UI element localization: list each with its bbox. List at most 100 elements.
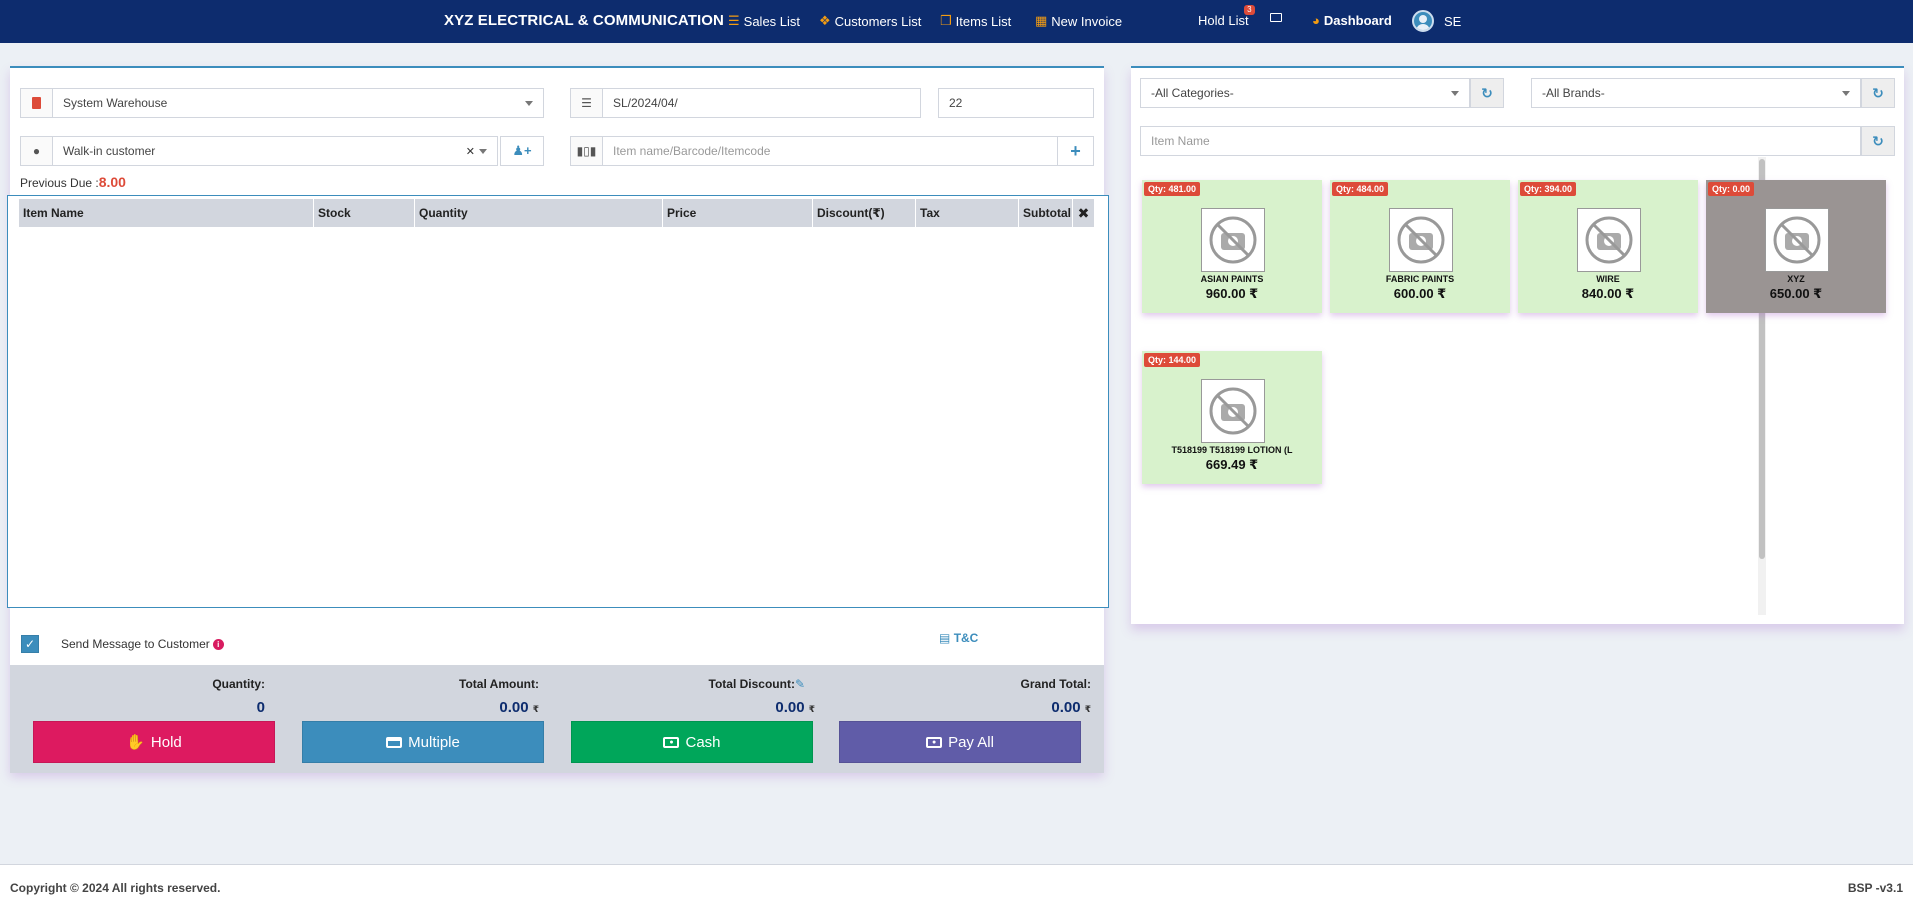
copyright: Copyright © 2024 All rights reserved. (10, 881, 221, 895)
refresh-icon: ↻ (1481, 84, 1493, 101)
user-name: SE (1444, 13, 1462, 29)
avatar (1412, 10, 1434, 32)
cash-button[interactable]: ● Cash (571, 721, 813, 763)
previous-due: Previous Due :8.00 (20, 174, 126, 190)
item-search-field[interactable]: ▮▯▮ Item name/Barcode/Itemcode + (570, 136, 1094, 166)
reset-item-name-button[interactable]: ↻ (1861, 126, 1895, 156)
total-discount: Total Discount:✎ (565, 677, 806, 691)
plus-icon: + (1070, 140, 1081, 161)
nav-items-list[interactable]: ❒ Items List (940, 13, 1011, 29)
invoice-prefix-field[interactable]: ☰ SL/2024/04/ (570, 88, 921, 118)
nav-customers-list[interactable]: ❖ Customers List (819, 13, 921, 29)
user-menu[interactable]: SE (1412, 10, 1461, 32)
nav-dashboard[interactable]: ◕ Dashboard (1312, 13, 1392, 28)
hand-icon: ✋ (126, 734, 145, 751)
nav-items-list-label: Items List (955, 13, 1012, 29)
items-table-container: Item Name Stock Quantity Price Discount(… (7, 195, 1109, 608)
reset-category-button[interactable]: ↻ (1470, 78, 1504, 108)
barcode-icon: ▮▯▮ (571, 137, 603, 165)
brand-select[interactable]: -All Brands- (1531, 78, 1861, 108)
fullscreen-button[interactable] (1270, 13, 1282, 22)
product-name: WIRE (1596, 274, 1620, 284)
add-customer-button[interactable]: ♟+ (500, 136, 544, 166)
grand-total: 0.00 ₹ (851, 699, 1091, 716)
no-image-icon (1577, 208, 1641, 272)
qty-badge: Qty: 394.00 (1520, 182, 1577, 196)
credit-card-icon (386, 736, 403, 748)
pay-all-button[interactable]: ● Pay All (839, 721, 1081, 763)
col-quantity: Quantity (415, 199, 663, 227)
send-message-checkbox[interactable]: ✓ (21, 635, 39, 653)
clear-items-button[interactable]: ✖ (1073, 199, 1094, 227)
money-icon: ● (663, 736, 680, 748)
product-price: 600.00 ₹ (1393, 286, 1447, 301)
col-discount: Discount(₹) (813, 199, 916, 227)
product-tile[interactable]: Qty: 484.00 FABRIC PAINTS 600.00 ₹ (1330, 180, 1510, 313)
product-tile-out-of-stock[interactable]: Qty: 0.00 XYZ 650.00 ₹ (1706, 180, 1886, 313)
category-value: -All Categories- (1151, 86, 1234, 100)
previous-due-value: 8.00 (98, 174, 126, 190)
edit-icon[interactable]: ✎ (795, 677, 805, 691)
qty-badge: Qty: 484.00 (1332, 182, 1389, 196)
building-icon (21, 89, 53, 117)
product-price: 960.00 ₹ (1205, 286, 1259, 301)
rupee-symbol: ₹ (1084, 704, 1091, 714)
products-panel: -All Categories- ↻ -All Brands- ↻ Item N… (1131, 66, 1904, 624)
chevron-down-icon (1451, 90, 1459, 96)
product-tile[interactable]: Qty: 394.00 WIRE 840.00 ₹ (1518, 180, 1698, 313)
user-icon: ● (21, 137, 53, 165)
item-name-input[interactable]: Item Name (1141, 134, 1860, 148)
chevron-down-icon (525, 100, 533, 106)
product-name: XYZ (1787, 274, 1805, 284)
info-icon[interactable]: i (212, 638, 224, 650)
col-stock: Stock (314, 199, 415, 227)
customer-select[interactable]: ● Walk-in customer ✕ (20, 136, 498, 166)
quantity-value: 0 (256, 699, 265, 716)
previous-due-label: Previous Due : (20, 176, 99, 190)
nav-hold-list[interactable]: Hold List 3 (1198, 5, 1255, 28)
warehouse-value: System Warehouse (63, 96, 168, 110)
clear-icon[interactable]: ✕ (466, 145, 475, 158)
product-tile[interactable]: Qty: 481.00 ASIAN PAINTS 960.00 ₹ (1142, 180, 1322, 313)
product-tile[interactable]: Qty: 144.00 T518199 T518199 LOTION (L 66… (1142, 351, 1322, 484)
invoice-number-field[interactable]: 22 (938, 88, 1094, 118)
tc-link[interactable]: ▤ T&C (939, 631, 978, 645)
refresh-icon: ↻ (1872, 132, 1884, 149)
send-message-option[interactable]: ✓ Send Message to Customer i (21, 635, 224, 653)
product-price: 669.49 ₹ (1205, 457, 1259, 472)
qty-badge: Qty: 0.00 (1708, 182, 1755, 196)
add-item-button[interactable]: + (1057, 137, 1093, 165)
nav-new-invoice[interactable]: ▦ New Invoice (1035, 13, 1122, 29)
totals-bar: Quantity: 0 Total Amount: 0.00 ₹ Total D… (10, 665, 1104, 773)
user-plus-icon: ♟+ (512, 143, 532, 158)
version: BSP -v3.1 (1847, 881, 1903, 895)
warehouse-select[interactable]: System Warehouse (20, 88, 544, 118)
item-name-field[interactable]: Item Name (1140, 126, 1861, 156)
chevron-down-icon (479, 148, 487, 154)
invoice-prefix-value: SL/2024/04/ (613, 96, 678, 110)
grand-total-label: Grand Total: (1020, 677, 1091, 691)
tc-label: T&C (953, 631, 979, 645)
list-icon: ☰ (728, 13, 740, 28)
hold-button[interactable]: ✋ Hold (33, 721, 275, 763)
product-price: 650.00 ₹ (1769, 286, 1823, 301)
product-price: 840.00 ₹ (1581, 286, 1635, 301)
hold-count-badge: 3 (1244, 5, 1255, 15)
calculator-icon: ▦ (1035, 13, 1048, 28)
nav-sales-list[interactable]: ☰ Sales List (728, 13, 800, 29)
total-discount-amount: 0.00 ₹ (575, 699, 815, 716)
monitor-icon (1270, 13, 1282, 22)
nav-customers-list-label: Customers List (834, 13, 922, 29)
category-select[interactable]: -All Categories- (1140, 78, 1470, 108)
no-image-icon (1765, 208, 1829, 272)
multiple-label: Multiple (408, 733, 460, 751)
footer: Copyright © 2024 All rights reserved. BS… (0, 864, 1913, 906)
invoice-number-value: 22 (949, 96, 963, 110)
multiple-button[interactable]: Multiple (302, 721, 544, 763)
rupee-symbol: ₹ (808, 704, 815, 714)
sales-panel: System Warehouse ☰ SL/2024/04/ 22 ● Walk… (7, 66, 1109, 773)
item-search-input[interactable]: Item name/Barcode/Itemcode (603, 144, 1057, 158)
reset-brand-button[interactable]: ↻ (1861, 78, 1895, 108)
no-image-icon (1201, 379, 1265, 443)
brand-title[interactable]: XYZ ELECTRICAL & COMMUNICATION (444, 12, 724, 29)
